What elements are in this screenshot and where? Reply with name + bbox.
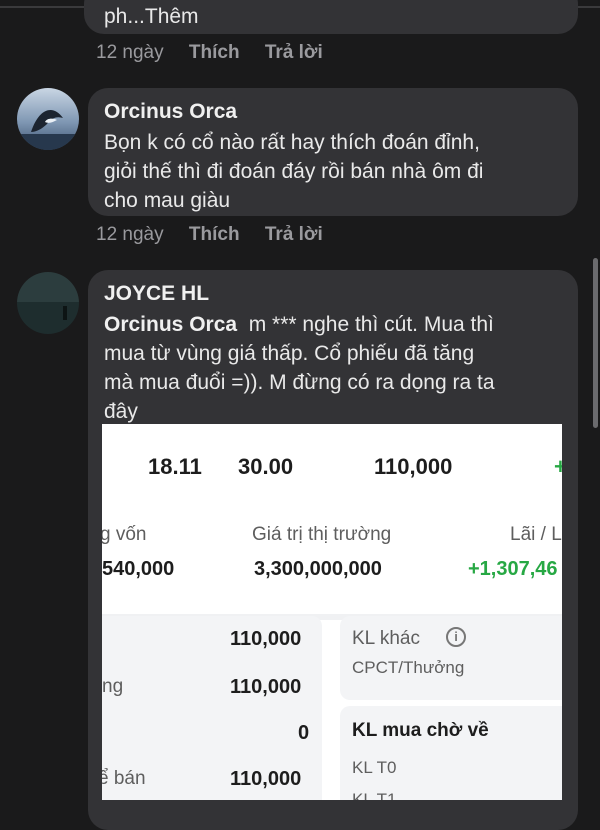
kl-mua-title: KL mua chờ về (352, 720, 489, 741)
comment-meta-2: 12 ngày Thích Trả lời (96, 224, 343, 246)
like-button[interactable]: Thích (189, 224, 240, 245)
scrollbar[interactable] (593, 258, 598, 428)
comment-text-fragment: m *** nghe thì cút. Mua thì (237, 313, 494, 336)
comment-text-line: mua từ vùng giá thấp. Cổ phiếu đã tăng (104, 342, 475, 365)
comment-text-line: mà mua đuổi =)). M đừng có ra dọng ra ta (104, 371, 495, 394)
comment-bubble-2[interactable]: Orcinus Orca Bọn k có cổ nào rất hay thí… (88, 88, 578, 216)
profit-loss-value: +1,307,46 (468, 558, 558, 580)
avatar-orcinus-orca[interactable] (17, 88, 79, 150)
comment-text-line: đây (104, 400, 138, 423)
comment-time: 12 ngày (96, 224, 164, 245)
reply-button[interactable]: Trả lời (265, 42, 323, 63)
comment-bubble-1[interactable]: ph...Thêm (84, 0, 578, 34)
attached-image[interactable]: 18.11 30.00 110,000 + g vốn Giá trị thị … (102, 424, 562, 800)
capital-value: 540,000 (102, 558, 175, 580)
volume-value: 110,000 (374, 454, 453, 479)
comment-text[interactable]: ph...Thêm (104, 2, 199, 31)
reply-button[interactable]: Trả lời (265, 224, 323, 245)
capital-label: g vốn (102, 524, 147, 545)
kl-khac-label: KL khác (352, 628, 420, 649)
price-value: 18.11 (148, 454, 202, 479)
mention-tag[interactable]: Orcinus Orca (104, 313, 237, 336)
orca-avatar-icon (17, 88, 79, 150)
comment-author[interactable]: Orcinus Orca (104, 100, 237, 124)
comment-author[interactable]: JOYCE HL (104, 282, 209, 306)
cpct-label: CPCT/Thưởng (352, 658, 465, 677)
holdings-row-value: 110,000 (230, 628, 302, 650)
comment-text-line: cho mau giàu (104, 189, 231, 212)
holdings-row-value: 110,000 (230, 768, 302, 790)
kl-t0-label: KL T0 (352, 758, 397, 777)
like-button[interactable]: Thích (189, 42, 240, 63)
holdings-row-value: 0 (298, 722, 310, 744)
holdings-row-value: 110,000 (230, 676, 302, 698)
profit-loss-label: Lãi / L (510, 524, 562, 545)
comment-text-line: Bọn k có cổ nào rất hay thích đoán đỉnh, (104, 131, 480, 154)
avatar-joyce-hl[interactable] (17, 272, 79, 334)
comment-text-line: Orcinus Orca m *** nghe thì cút. Mua thì (104, 310, 494, 339)
holdings-row-label: ể bán (102, 768, 146, 789)
holdings-row-label: ng (102, 676, 124, 697)
kl-t1-label: KL T1 (352, 790, 397, 800)
comment-text-line: giỏi thế thì đi đoán đáy rồi bán nhà ôm … (104, 160, 484, 183)
info-icon[interactable]: i (446, 627, 466, 647)
comment-meta-1: 12 ngày Thích Trả lời (96, 42, 343, 64)
beach-avatar-icon (17, 272, 79, 334)
percent-value: 30.00 (238, 454, 294, 479)
change-value: + (554, 454, 562, 479)
market-value-label: Giá trị thị trường (252, 524, 392, 545)
comment-time: 12 ngày (96, 42, 164, 63)
market-value: 3,300,000,000 (254, 558, 382, 580)
